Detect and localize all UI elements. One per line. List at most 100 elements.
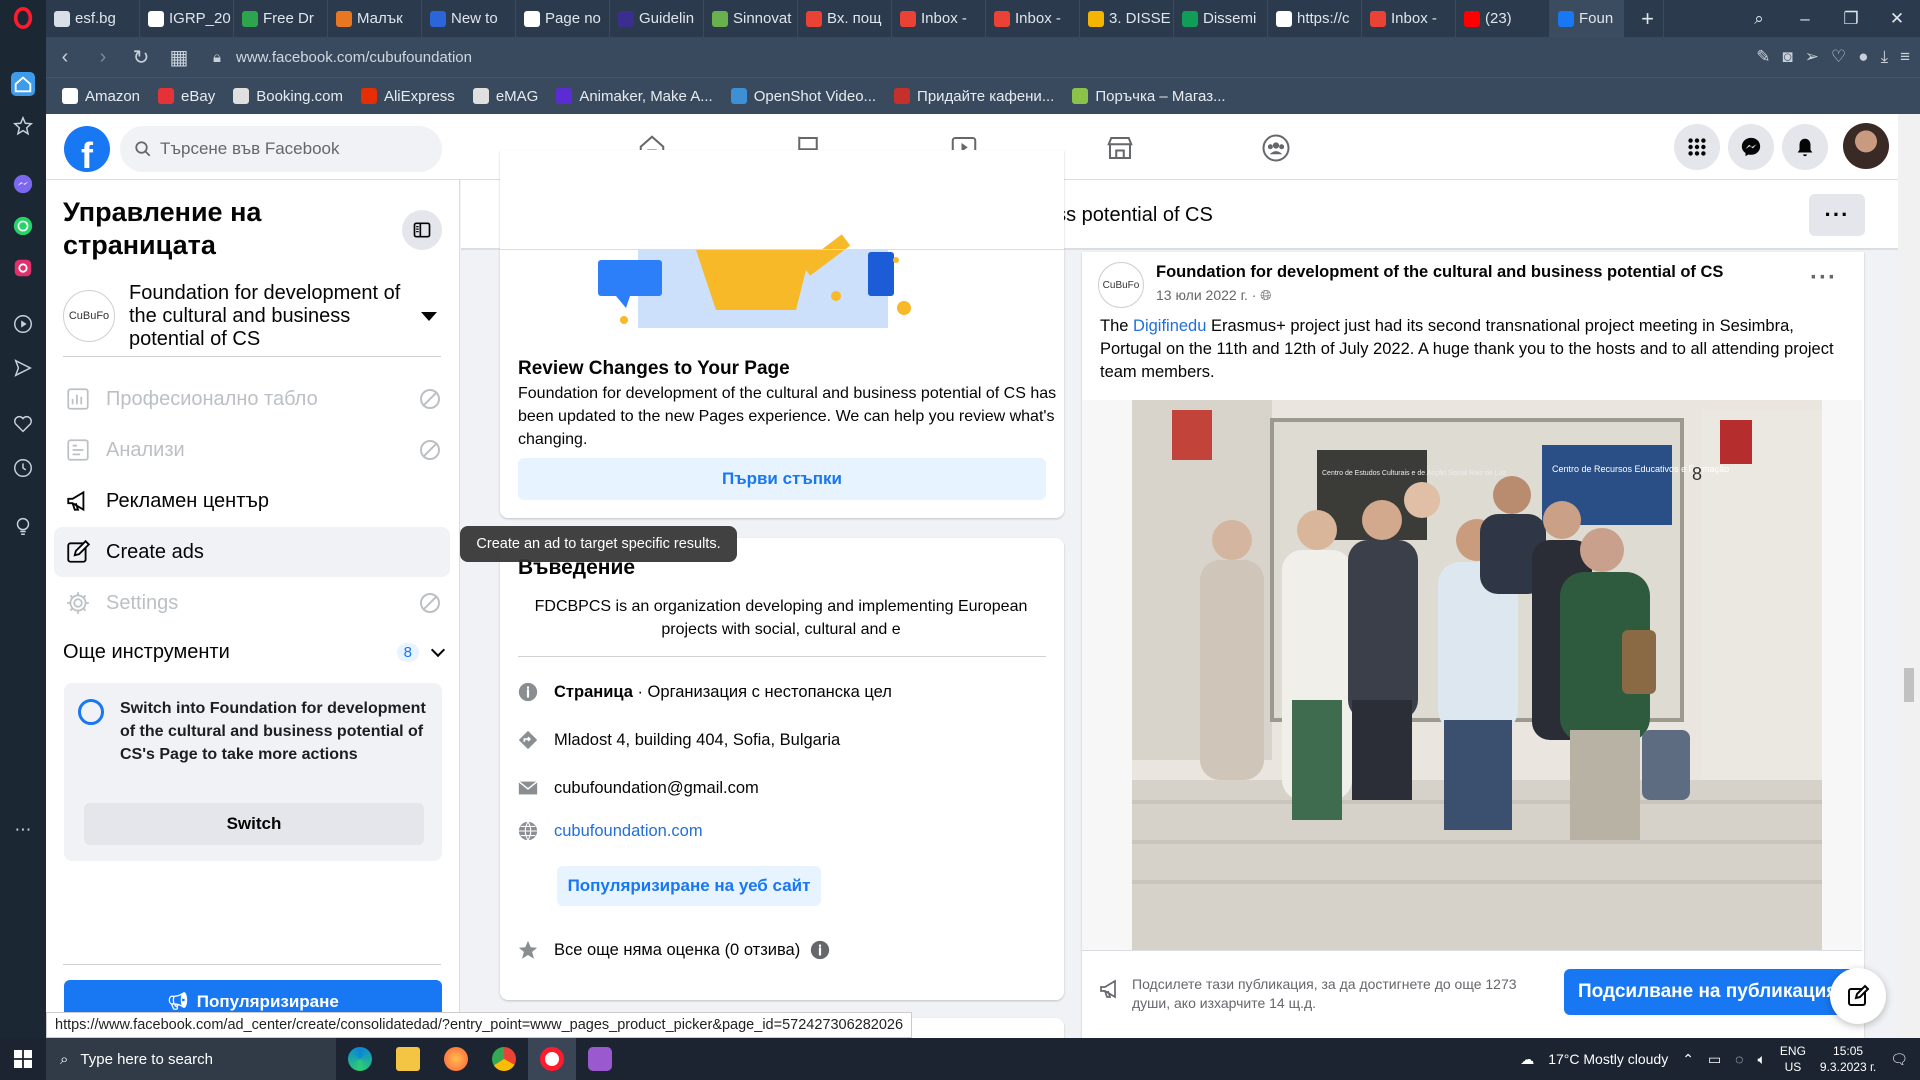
settings-item[interactable]: Settings — [54, 578, 450, 628]
edit-icon[interactable]: ✎ — [1756, 47, 1770, 67]
boost-post-button[interactable]: Подсилване на публикация — [1564, 969, 1856, 1015]
bookmark-item[interactable]: AliExpress — [360, 88, 455, 105]
rating-info-icon[interactable] — [808, 938, 832, 962]
forward-icon[interactable]: › — [84, 46, 122, 69]
marketplace-icon[interactable] — [1100, 128, 1140, 168]
browser-tab[interactable]: Малък — [328, 0, 422, 37]
reload-icon[interactable]: ↻ — [122, 45, 160, 70]
player-icon[interactable] — [11, 312, 35, 336]
insights-item[interactable]: Анализи — [54, 425, 450, 475]
chevron-up-icon[interactable]: ⌃ — [1682, 1051, 1694, 1068]
website-link[interactable]: cubufoundation.com — [554, 822, 703, 841]
back-icon[interactable]: ‹ — [46, 46, 84, 69]
taskbar-app[interactable] — [576, 1038, 624, 1080]
lightbulb-icon[interactable] — [11, 514, 35, 538]
bookmark-item[interactable]: Придайте кафени... — [894, 88, 1054, 105]
taskbar-explorer[interactable] — [384, 1038, 432, 1080]
groups-icon[interactable] — [1256, 128, 1296, 168]
browser-tab[interactable]: (23) — [1456, 0, 1550, 37]
restore-icon[interactable]: ❐ — [1828, 9, 1874, 29]
share-icon[interactable]: ➢ — [1805, 47, 1819, 67]
minimize-icon[interactable]: – — [1782, 9, 1828, 29]
url-field[interactable]: www.facebook.com/cubufoundation — [236, 49, 472, 66]
taskbar-search[interactable]: ⌕ Type here to search — [46, 1038, 336, 1080]
ad-center-item[interactable]: Рекламен център — [54, 476, 450, 526]
camera-icon[interactable]: ◙ — [1783, 47, 1793, 67]
battery-icon[interactable]: ▭ — [1708, 1051, 1721, 1068]
bookmark-item[interactable]: Booking.com — [233, 88, 343, 105]
close-window-icon[interactable]: ✕ — [1874, 9, 1920, 29]
bookmark-item[interactable]: eBay — [158, 88, 215, 105]
download-icon[interactable]: ⤓ — [1881, 47, 1889, 67]
user-avatar[interactable] — [1843, 123, 1889, 169]
messenger-icon[interactable] — [11, 172, 35, 196]
scrollbar-thumb[interactable] — [1904, 668, 1914, 702]
post-author-logo[interactable]: CuBuFo — [1098, 262, 1144, 308]
more-icon[interactable]: ⋯ — [11, 818, 35, 842]
profile-icon[interactable]: ● — [1858, 47, 1868, 67]
facebook-logo[interactable]: f — [64, 126, 110, 174]
whatsapp-icon[interactable] — [11, 214, 35, 238]
new-tab-icon[interactable]: + — [1624, 0, 1664, 37]
clock[interactable]: 15:05 9.3.2023 г. — [1820, 1043, 1876, 1075]
page-selector[interactable]: CuBuFo Foundation for development of the… — [63, 274, 453, 358]
notifications-button[interactable] — [1782, 124, 1828, 170]
browser-tab[interactable]: https://c — [1268, 0, 1362, 37]
browser-tab[interactable]: Foun — [1550, 0, 1624, 37]
first-steps-button[interactable]: Първи стъпки — [518, 458, 1046, 500]
bookmark-item[interactable]: OpenShot Video... — [730, 88, 876, 105]
home-icon[interactable] — [11, 72, 35, 96]
browser-tab[interactable]: Dissemi — [1174, 0, 1268, 37]
post-options-button[interactable]: ··· — [1810, 264, 1837, 292]
facebook-search[interactable]: Търсене във Facebook — [120, 126, 442, 172]
tabs-grid-icon[interactable]: ▦ — [160, 45, 198, 70]
browser-tab[interactable]: Guidelin — [610, 0, 704, 37]
browser-tab[interactable]: Page no — [516, 0, 610, 37]
bookmark-item[interactable]: Amazon — [62, 88, 140, 105]
browser-tab[interactable]: 3. DISSE — [1080, 0, 1174, 37]
messenger-button[interactable] — [1728, 124, 1774, 170]
menu-grid-button[interactable] — [1674, 124, 1720, 170]
page-scrollbar[interactable] — [1898, 114, 1920, 1038]
star-icon[interactable] — [11, 114, 35, 138]
taskbar-edge[interactable] — [336, 1038, 384, 1080]
menu-icon[interactable]: ≡ — [1900, 47, 1910, 67]
bookmark-item[interactable]: Поръчка – Магаз... — [1072, 88, 1226, 105]
create-ads-item[interactable]: Create ads — [54, 527, 450, 577]
professional-dashboard-item[interactable]: Професионално табло — [54, 374, 450, 424]
browser-tab[interactable]: Inbox - — [1362, 0, 1456, 37]
post-author[interactable]: Foundation for development of the cultur… — [1156, 263, 1723, 282]
taskbar-opera[interactable] — [528, 1038, 576, 1080]
bookmark-item[interactable]: eMAG — [472, 88, 538, 105]
more-options-button[interactable]: ··· — [1809, 194, 1865, 236]
volume-icon[interactable]: 🔈︎ — [1758, 1051, 1766, 1068]
browser-tab[interactable]: Inbox - — [892, 0, 986, 37]
taskbar-firefox[interactable] — [432, 1038, 480, 1080]
browser-tab[interactable]: IGRP_20 — [140, 0, 234, 37]
promote-website-button[interactable]: Популяризиране на уеб сайт — [557, 866, 821, 906]
browser-tab[interactable]: Sinnovat — [704, 0, 798, 37]
bookmark-heart-icon[interactable]: ♡ — [1831, 47, 1846, 67]
browser-tab[interactable]: esf.bg — [46, 0, 140, 37]
network-icon[interactable]: ◌ — [1735, 1051, 1743, 1067]
browser-tab[interactable]: Вх. пощ — [798, 0, 892, 37]
more-tools-toggle[interactable]: Още инструменти 8 — [63, 632, 446, 672]
opera-logo-icon[interactable] — [11, 6, 35, 30]
history-icon[interactable] — [11, 456, 35, 480]
post-date[interactable]: 13 юли 2022 г. · 🌐︎ — [1156, 287, 1272, 304]
heart-icon[interactable] — [11, 412, 35, 436]
language-indicator[interactable]: ENG US — [1780, 1043, 1806, 1075]
browser-tab[interactable]: New to — [422, 0, 516, 37]
instagram-icon[interactable] — [11, 256, 35, 280]
hashtag-link[interactable]: Digifinedu — [1133, 317, 1206, 335]
bookmark-item[interactable]: Animaker, Make A... — [556, 88, 713, 105]
search-tabs-icon[interactable]: ⌕ — [1736, 9, 1782, 29]
post-photo[interactable]: Centro de Recursos Educativos e Formação… — [1082, 400, 1862, 950]
send-icon[interactable] — [11, 356, 35, 380]
browser-tab[interactable]: Free Dr — [234, 0, 328, 37]
notifications-icon[interactable]: 🗨︎ — [1890, 1051, 1908, 1068]
weather-icon[interactable]: ☁︎ — [1520, 1051, 1534, 1068]
taskbar-chrome[interactable] — [480, 1038, 528, 1080]
switch-button[interactable]: Switch — [84, 803, 424, 845]
windows-start-button[interactable] — [0, 1050, 46, 1068]
